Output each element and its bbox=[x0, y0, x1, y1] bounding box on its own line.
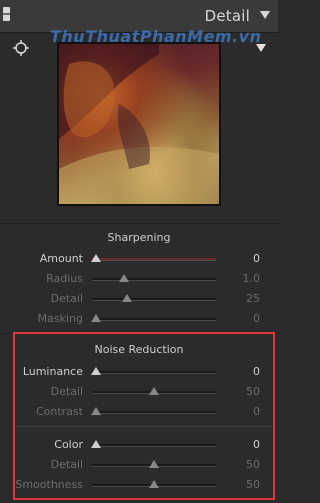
slider-value[interactable]: 0 bbox=[230, 252, 260, 265]
slider-track[interactable] bbox=[92, 411, 216, 414]
noise-reduction-title: Noise Reduction bbox=[94, 343, 184, 356]
slider-label: Detail bbox=[50, 458, 83, 471]
slider-value[interactable]: 0 bbox=[230, 312, 260, 325]
slider-label: Luminance bbox=[22, 365, 83, 378]
slider-row-detail[interactable]: Detail 50 bbox=[0, 384, 278, 400]
target-adjustment-icon[interactable] bbox=[12, 39, 30, 57]
divider bbox=[0, 223, 278, 224]
slider-track[interactable] bbox=[92, 444, 216, 447]
slider-row-color[interactable]: Color 0 bbox=[0, 437, 278, 453]
preview-toggle-arrow-icon[interactable] bbox=[256, 44, 266, 52]
slider-thumb[interactable] bbox=[91, 440, 101, 448]
panel-collapse-arrow-icon[interactable] bbox=[260, 11, 270, 19]
slider-value[interactable]: 0 bbox=[230, 438, 260, 451]
slider-track[interactable] bbox=[92, 298, 216, 301]
slider-value[interactable]: 50 bbox=[230, 478, 260, 491]
slider-row-luminance[interactable]: Luminance 0 bbox=[0, 364, 278, 380]
slider-label: Amount bbox=[39, 252, 83, 265]
detail-preview-image[interactable] bbox=[57, 42, 221, 206]
slider-track[interactable] bbox=[92, 258, 216, 261]
slider-track[interactable] bbox=[92, 371, 216, 374]
slider-thumb[interactable] bbox=[122, 294, 133, 302]
divider bbox=[0, 333, 278, 334]
sharpening-title: Sharpening bbox=[107, 231, 171, 244]
slider-value[interactable]: 0 bbox=[230, 405, 260, 418]
panel-title: Detail bbox=[204, 7, 250, 25]
slider-label: Masking bbox=[37, 312, 83, 325]
slider-thumb[interactable] bbox=[149, 480, 159, 488]
slider-row-radius[interactable]: Radius 1.0 bbox=[0, 271, 278, 287]
slider-row-masking[interactable]: Masking 0 bbox=[0, 311, 278, 327]
slider-thumb[interactable] bbox=[91, 367, 101, 375]
slider-label: Detail bbox=[50, 385, 83, 398]
slider-row-detail[interactable]: Detail 25 bbox=[0, 291, 278, 307]
slider-thumb[interactable] bbox=[91, 407, 101, 415]
slider-row-contrast[interactable]: Contrast 0 bbox=[0, 404, 278, 420]
slider-row-smoothness[interactable]: Smoothness 50 bbox=[0, 477, 278, 493]
slider-value[interactable]: 25 bbox=[230, 292, 260, 305]
slider-value[interactable]: 50 bbox=[230, 458, 260, 471]
slider-thumb[interactable] bbox=[91, 254, 101, 262]
slider-label: Contrast bbox=[35, 405, 83, 418]
slider-label: Smoothness bbox=[15, 478, 83, 491]
slider-thumb[interactable] bbox=[118, 274, 129, 282]
slider-row-detail[interactable]: Detail 50 bbox=[0, 457, 278, 473]
slider-value[interactable]: 50 bbox=[230, 385, 260, 398]
slider-label: Detail bbox=[50, 292, 83, 305]
panel-switch-toggle[interactable] bbox=[3, 7, 10, 21]
slider-label: Color bbox=[54, 438, 83, 451]
slider-value[interactable]: 0 bbox=[230, 365, 260, 378]
slider-thumb[interactable] bbox=[149, 387, 159, 395]
slider-track[interactable] bbox=[92, 278, 216, 281]
slider-row-amount[interactable]: Amount 0 bbox=[0, 251, 278, 267]
divider bbox=[16, 426, 272, 427]
slider-thumb[interactable] bbox=[91, 314, 101, 322]
slider-value[interactable]: 1.0 bbox=[230, 272, 261, 285]
slider-label: Radius bbox=[46, 272, 83, 285]
slider-track[interactable] bbox=[92, 318, 216, 321]
slider-thumb[interactable] bbox=[149, 460, 159, 468]
